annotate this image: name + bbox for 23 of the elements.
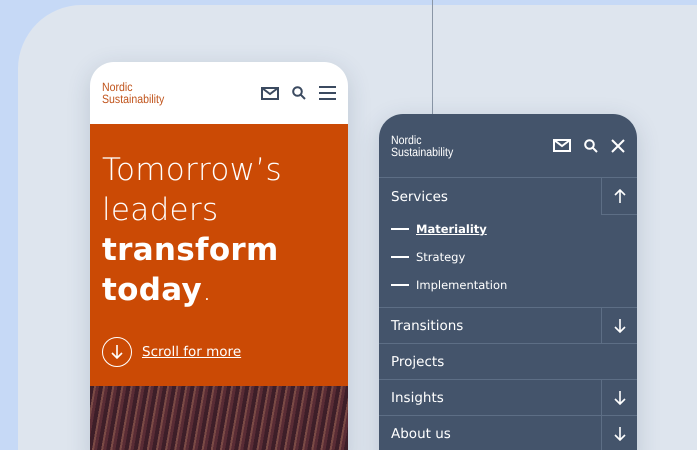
arrow-down-icon[interactable] [102,337,132,367]
close-icon[interactable] [611,138,625,152]
logo-text[interactable]: Nordic Sustainability [391,134,454,158]
submenu-link[interactable]: Implementation [416,278,508,292]
scroll-link[interactable]: Scroll for more [142,344,242,360]
submenu-link[interactable]: Materiality [416,222,487,236]
logo-text[interactable]: Nordic Sustainability [102,81,164,105]
headline: Tomorrow’s leaders transform today. [102,151,283,310]
menu-item[interactable]: Projects [379,344,637,379]
menu-item[interactable]: About us [379,416,601,450]
menu-item[interactable]: Services [379,178,601,215]
arrow-down-icon [614,426,626,440]
arrow-down-icon [614,318,626,332]
menu-item[interactable]: Insights [379,380,601,415]
mail-icon[interactable] [261,86,279,100]
menu-icon[interactable] [319,86,336,100]
toggle-button[interactable] [601,178,637,215]
arrow-up-icon [614,189,626,203]
submenu-link[interactable]: Strategy [416,250,466,264]
menu-item[interactable]: Transitions [379,308,601,343]
search-icon[interactable] [584,138,598,152]
arrow-down-icon [614,390,626,404]
search-icon[interactable] [292,86,306,100]
